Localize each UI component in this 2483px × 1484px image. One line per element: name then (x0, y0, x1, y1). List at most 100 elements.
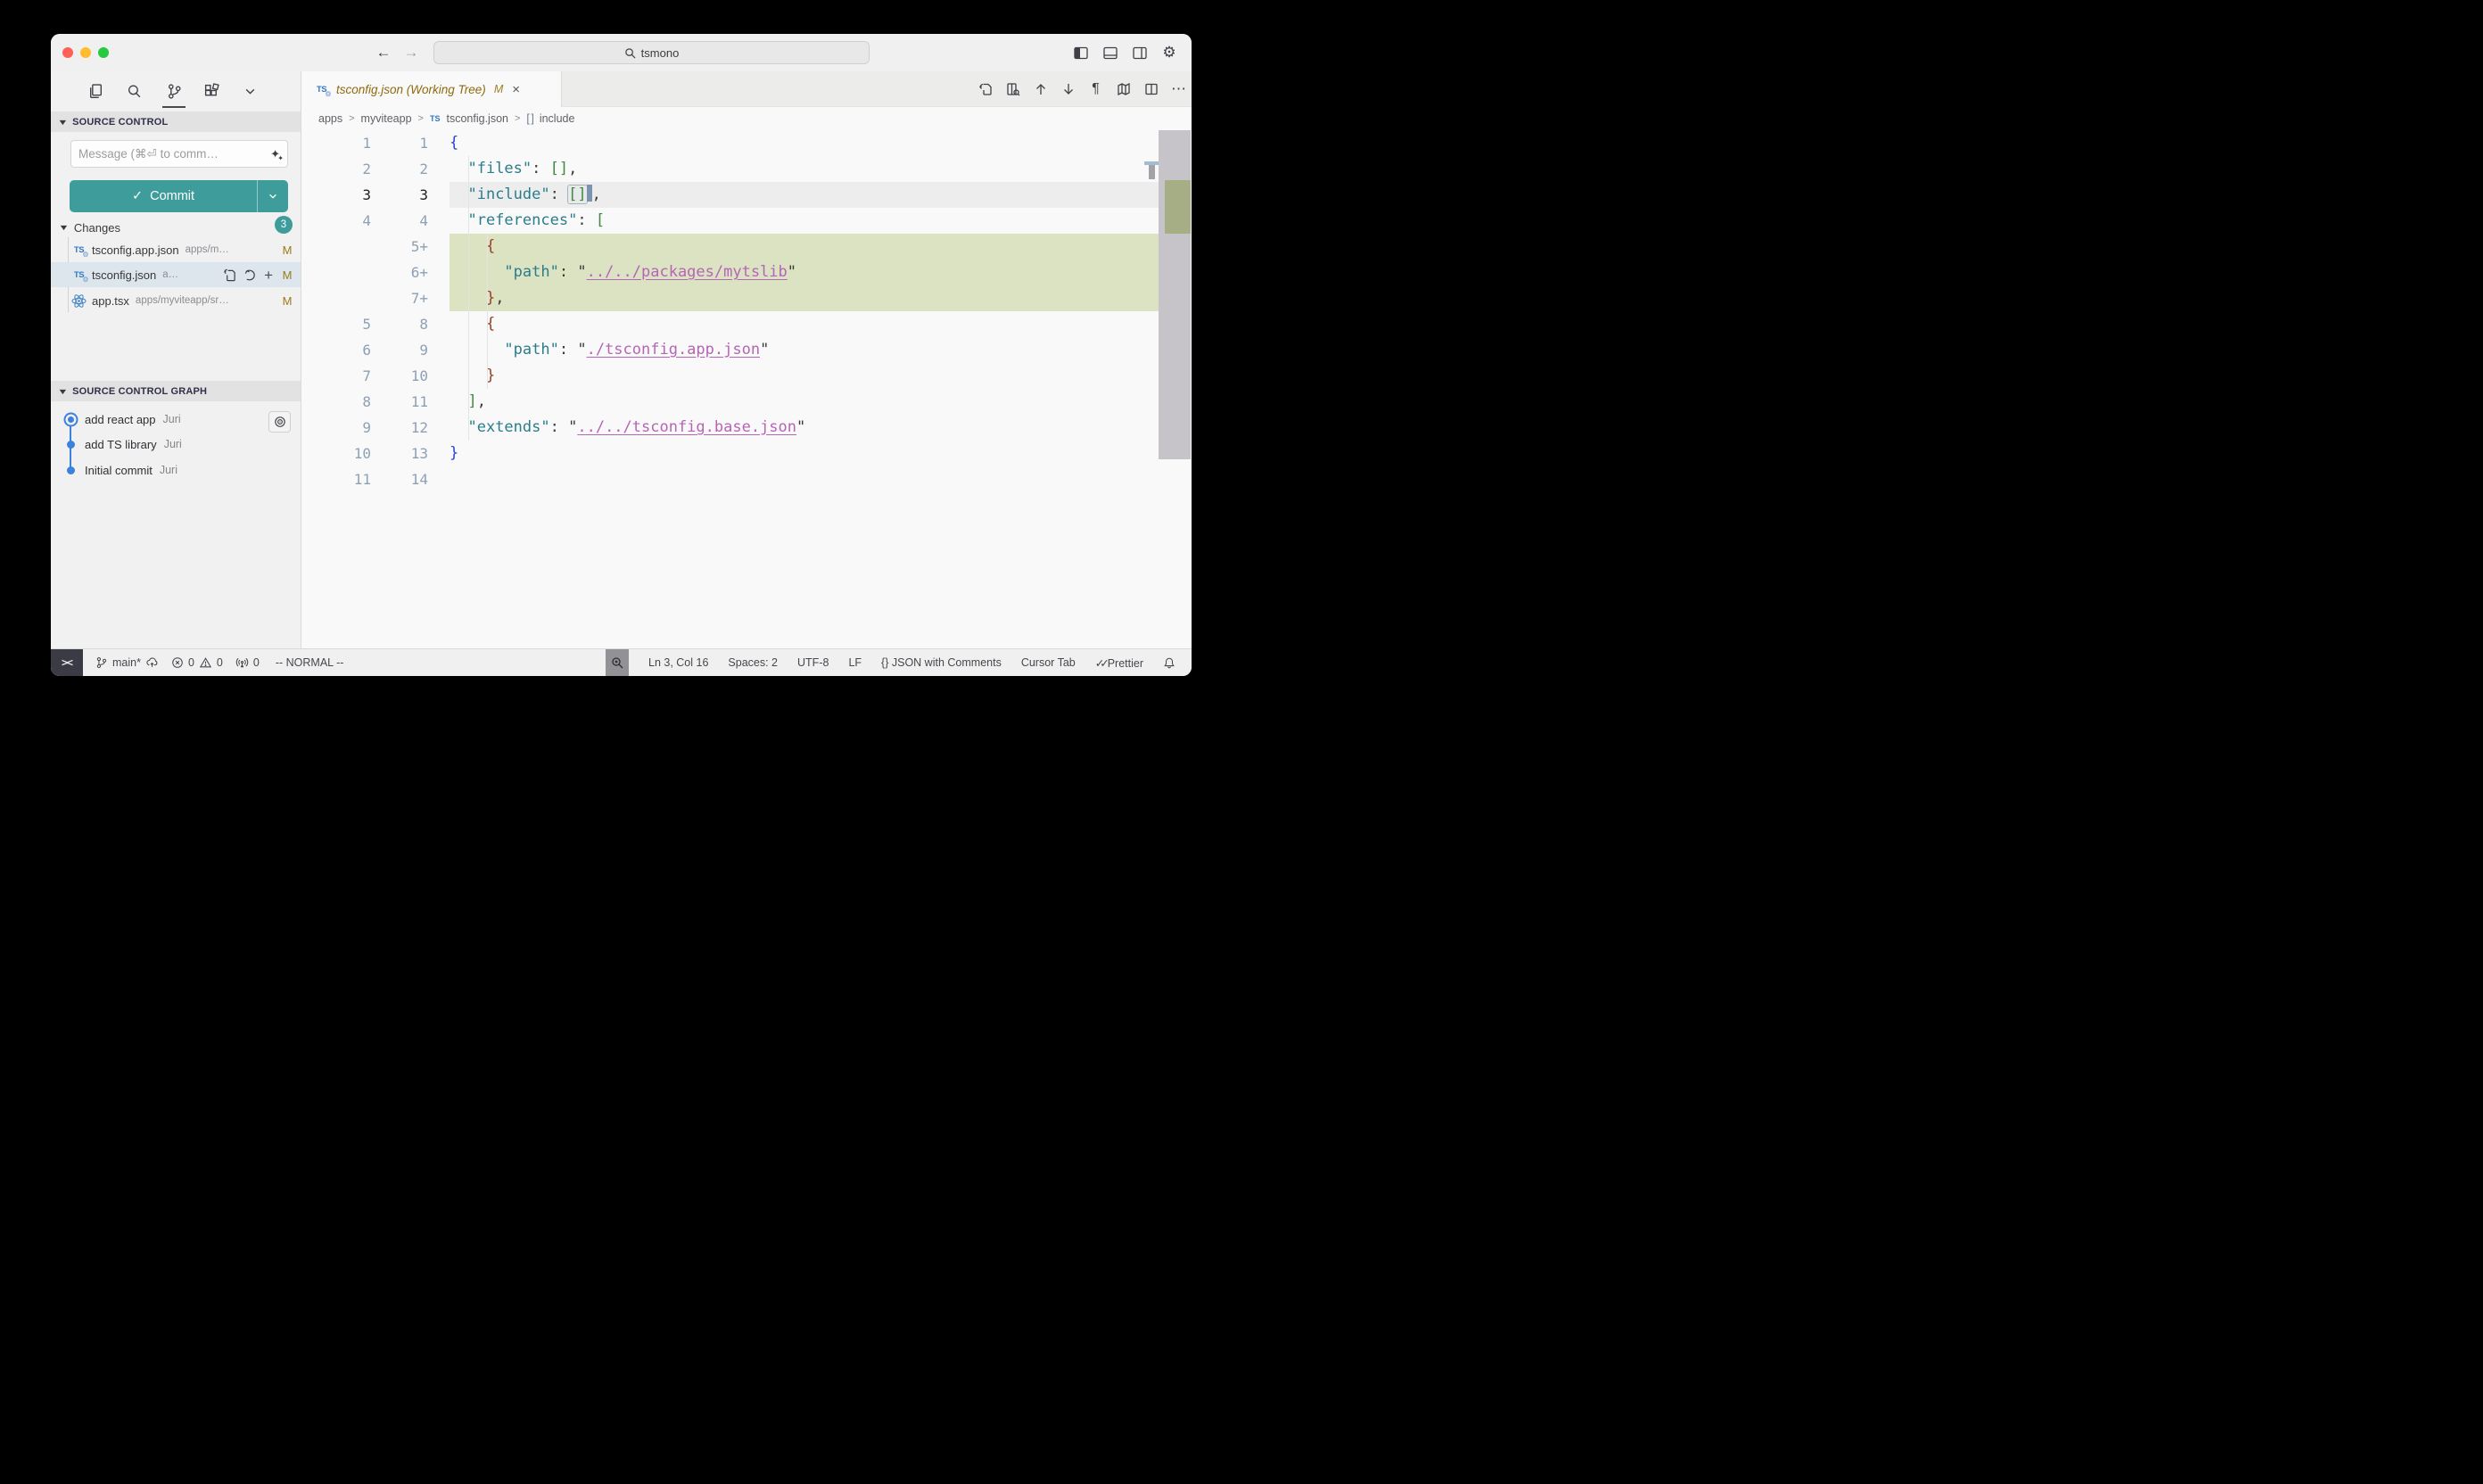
search-view-icon[interactable] (121, 78, 146, 103)
source-control-graph-section-header[interactable]: ▼ SOURCE CONTROL GRAPH (51, 381, 301, 401)
inline-view-icon[interactable] (1005, 82, 1020, 97)
map-icon[interactable] (1116, 82, 1131, 97)
eol-item[interactable]: LF (848, 656, 862, 669)
code-line[interactable]: 811 ], (301, 389, 1192, 415)
close-tab-icon[interactable]: × (512, 82, 520, 97)
breadcrumb-item-apps[interactable]: apps (318, 112, 342, 125)
commit-message-input[interactable]: Message (⌘⏎ to comm… ✦✦ (70, 140, 288, 168)
goto-commit-target-icon[interactable] (268, 411, 291, 433)
code-text[interactable]: "references": [ (450, 208, 1159, 234)
discard-changes-icon[interactable] (243, 268, 257, 282)
back-arrow-icon[interactable]: ← (374, 43, 393, 62)
code-text[interactable]: } (450, 441, 1159, 466)
tab-tsconfig-working-tree[interactable]: TS⚙ tsconfig.json (Working Tree) M × (301, 71, 562, 107)
next-change-icon[interactable] (1060, 82, 1076, 97)
commit-dropdown-button[interactable] (257, 180, 288, 212)
gutter-line-numbers: 33 (301, 182, 450, 208)
gutter-line-numbers: 58 (301, 311, 450, 337)
ports-status-item[interactable]: 0 (235, 656, 260, 669)
code-text[interactable]: "files": [], (450, 156, 1159, 182)
breadcrumb-item-myviteapp[interactable]: myviteapp (361, 112, 412, 125)
zoom-indicator[interactable] (606, 649, 629, 677)
code-text[interactable]: { (450, 234, 1159, 260)
code-text[interactable]: "path": "./tsconfig.app.json" (450, 337, 1159, 363)
branch-name: main* (112, 656, 141, 669)
previous-change-icon[interactable] (1033, 82, 1048, 97)
zoom-window-button[interactable] (98, 47, 109, 58)
code-text[interactable]: { (450, 311, 1159, 337)
cursor-tab-item[interactable]: Cursor Tab (1021, 656, 1076, 669)
minimize-window-button[interactable] (80, 47, 91, 58)
close-window-button[interactable] (62, 47, 73, 58)
code-line[interactable]: 11{ (301, 130, 1192, 156)
toggle-primary-sidebar-icon[interactable] (1073, 45, 1089, 61)
commit-row[interactable]: Initial commit Juri (51, 458, 301, 482)
copilot-sparkle-icon[interactable]: ✦✦ (270, 148, 280, 160)
toggle-whitespace-icon[interactable]: ¶ (1088, 82, 1103, 97)
code-line[interactable]: 6+ "path": "../../packages/mytslib" (301, 260, 1192, 285)
forward-arrow-icon[interactable]: → (401, 43, 421, 62)
chevron-down-icon[interactable] (237, 78, 262, 103)
toggle-secondary-sidebar-icon[interactable] (1132, 45, 1148, 61)
code-line[interactable]: 69 "path": "./tsconfig.app.json" (301, 337, 1192, 363)
code-line[interactable]: 1114 (301, 466, 1192, 492)
code-line[interactable]: 912 "extends": "../../tsconfig.base.json… (301, 415, 1192, 441)
code-text[interactable]: { (450, 130, 1159, 156)
code-text[interactable]: ], (450, 389, 1159, 415)
breadcrumb-item-file[interactable]: tsconfig.json (446, 112, 507, 125)
code-line[interactable]: 33 "include": [], (301, 182, 1192, 208)
source-control-view-icon[interactable] (161, 78, 186, 103)
notifications-bell-icon[interactable] (1163, 656, 1176, 670)
encoding-item[interactable]: UTF-8 (797, 656, 829, 669)
explorer-icon[interactable] (83, 78, 108, 103)
collapse-chevron-icon: ▼ (57, 387, 69, 396)
open-file-icon[interactable] (223, 268, 236, 282)
code-text[interactable] (450, 466, 1159, 492)
code-text[interactable]: "extends": "../../tsconfig.base.json" (450, 415, 1159, 441)
vim-mode-indicator[interactable]: -- NORMAL -- (276, 656, 344, 669)
formatter-item[interactable]: ✓✓Prettier (1095, 656, 1143, 670)
diff-editor[interactable]: 11{22 "files": [],33 "include": [],44 "r… (301, 130, 1192, 648)
code-text[interactable]: }, (450, 285, 1159, 311)
split-editor-icon[interactable] (1143, 82, 1159, 97)
changed-file-row[interactable]: TS⚙ tsconfig.app.json apps/m… M (51, 237, 301, 262)
more-actions-icon[interactable]: ⋯ (1171, 82, 1186, 97)
changed-file-row[interactable]: app.tsx apps/myviteapp/sr… M (51, 288, 301, 313)
toggle-panel-icon[interactable] (1102, 45, 1118, 61)
minimap-content-mark (1149, 165, 1155, 179)
code-line[interactable]: 44 "references": [ (301, 208, 1192, 234)
code-line[interactable]: 710 } (301, 363, 1192, 389)
original-line-number: 9 (301, 415, 371, 441)
breadcrumb-item-symbol[interactable]: include (540, 112, 575, 125)
settings-gear-icon[interactable]: ⚙ (1161, 45, 1177, 61)
code-line[interactable]: 22 "files": [], (301, 156, 1192, 182)
language-name: JSON with Comments (892, 656, 1002, 669)
command-center-search[interactable]: tsmono (433, 41, 870, 64)
code-text[interactable]: "path": "../../packages/mytslib" (450, 260, 1159, 285)
changes-section-header[interactable]: ▼ Changes 3 (51, 218, 301, 237)
code-text[interactable]: "include": [], (450, 182, 1159, 208)
commit-button[interactable]: ✓ Commit (70, 180, 288, 212)
code-line[interactable]: 7+ }, (301, 285, 1192, 311)
code-line[interactable]: 1013} (301, 441, 1192, 466)
remote-icon: >< (62, 656, 72, 669)
open-changes-icon[interactable] (978, 82, 993, 97)
original-line-number: 10 (301, 441, 371, 466)
source-control-section-header[interactable]: ▼ SOURCE CONTROL (51, 111, 301, 132)
indentation-item[interactable]: Spaces: 2 (728, 656, 778, 669)
code-line[interactable]: 5+ { (301, 234, 1192, 260)
stage-changes-icon[interactable]: + (264, 268, 273, 283)
language-item[interactable]: {} JSON with Comments (881, 656, 1002, 669)
changed-file-row-selected[interactable]: TS⚙ tsconfig.json a… + M (51, 262, 301, 287)
code-line[interactable]: 58 { (301, 311, 1192, 337)
commit-row[interactable]: add TS library Juri (51, 432, 301, 457)
commit-row[interactable]: add react app Juri (51, 407, 301, 432)
original-line-number: 7 (301, 363, 371, 389)
problems-status-item[interactable]: 0 0 (171, 656, 223, 669)
code-text[interactable]: } (450, 363, 1159, 389)
remote-indicator[interactable]: >< (51, 649, 83, 677)
cursor-position-item[interactable]: Ln 3, Col 16 (648, 656, 708, 669)
extensions-icon[interactable] (199, 78, 224, 103)
branch-status-item[interactable]: main* (95, 656, 159, 669)
modified-line-number: 3 (371, 182, 428, 208)
